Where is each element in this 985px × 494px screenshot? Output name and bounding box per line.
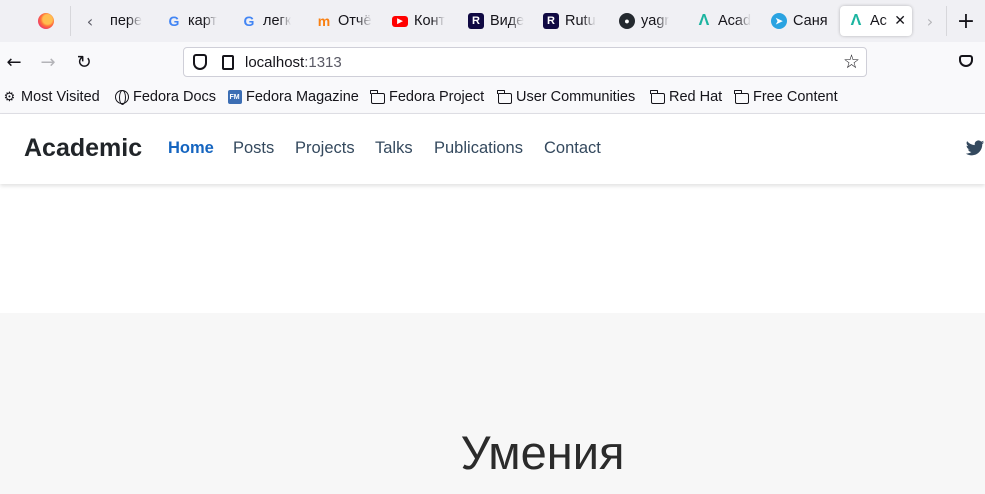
pocket-button[interactable]: [955, 48, 977, 74]
tab-label: Саня: [793, 13, 828, 29]
google-icon: G: [243, 13, 255, 29]
back-button[interactable]: ←: [0, 48, 28, 76]
tab-label: Отчё: [338, 13, 372, 29]
github-icon: ●: [619, 13, 635, 29]
tab[interactable]: R Rutu: [535, 6, 607, 36]
bookmark-label: Free Content: [753, 89, 838, 105]
url-host: localhost: [245, 53, 305, 71]
close-tab-icon[interactable]: ✕: [894, 13, 906, 29]
bookmark-folder-free-content[interactable]: Free Content: [733, 89, 838, 105]
tab-active[interactable]: Λ Ac ✕: [840, 6, 912, 36]
forward-button[interactable]: →: [34, 48, 62, 76]
pocket-icon: [959, 55, 973, 67]
page-icon[interactable]: [222, 54, 234, 70]
tab[interactable]: ● yagr: [611, 6, 683, 36]
twitter-icon[interactable]: [965, 138, 985, 158]
rutube-icon: R: [468, 13, 484, 29]
tab[interactable]: Λ Acad: [688, 6, 760, 36]
tab[interactable]: пере: [102, 6, 160, 36]
tab[interactable]: ➤ Саня: [763, 6, 839, 36]
tab-label: Acad: [718, 13, 752, 29]
url-bar[interactable]: localhost:1313 ☆: [183, 47, 867, 77]
site-brand[interactable]: Academic: [24, 134, 142, 163]
shield-icon[interactable]: [193, 54, 207, 70]
tab[interactable]: R Виде: [460, 6, 532, 36]
tab[interactable]: G легк: [233, 6, 305, 36]
bookmark-label: Fedora Project: [389, 89, 485, 105]
folder-icon: [369, 89, 385, 105]
tab[interactable]: G карт: [158, 6, 230, 36]
nav-home[interactable]: Home: [168, 139, 214, 158]
bookmark-fedora-docs[interactable]: Fedora Docs: [114, 89, 216, 105]
firefox-view-button[interactable]: [34, 9, 58, 33]
tab-label: пере: [110, 13, 143, 29]
nav-posts[interactable]: Posts: [233, 139, 274, 158]
site-navbar: Academic Home Posts Projects Talks Publi…: [0, 114, 985, 184]
tab-label: карт: [188, 13, 218, 29]
nav-contact[interactable]: Contact: [544, 139, 601, 158]
tab[interactable]: ▶ Конт: [384, 6, 456, 36]
firefox-icon: [38, 13, 54, 29]
skills-section: Умения: [0, 313, 985, 494]
reload-button[interactable]: ↻: [70, 48, 98, 76]
hero-section: [0, 184, 985, 313]
bookmark-label: Most Visited: [21, 89, 100, 105]
globe-icon: [114, 90, 129, 105]
tab-separator: [946, 6, 947, 36]
tab-strip: ‹ пере G карт G легк m Отчё ▶ Конт R Вид…: [0, 0, 985, 42]
youtube-icon: ▶: [392, 15, 408, 27]
bookmark-folder-red-hat[interactable]: Red Hat: [649, 89, 723, 105]
telegram-icon: ➤: [771, 13, 787, 29]
bookmarks-toolbar: ⚙ Most Visited Fedora Docs FM Fedora Mag…: [0, 82, 985, 114]
bookmark-most-visited[interactable]: ⚙ Most Visited: [2, 89, 100, 105]
tab-label: Rutu: [565, 13, 596, 29]
url-port: :1313: [304, 53, 342, 71]
bookmark-label: Fedora Docs: [133, 89, 217, 105]
bookmark-fedora-magazine[interactable]: FM Fedora Magazine: [227, 89, 359, 105]
nav-projects[interactable]: Projects: [295, 139, 355, 158]
bookmark-label: User Communities: [516, 89, 636, 105]
folder-icon: [496, 89, 512, 105]
tab-separator: [70, 6, 71, 36]
url-text[interactable]: localhost:1313: [245, 54, 342, 71]
bookmark-label: Fedora Magazine: [246, 89, 359, 105]
academic-icon: Λ: [850, 12, 862, 29]
tab-label: легк: [263, 13, 292, 29]
fedora-magazine-icon: FM: [227, 90, 242, 105]
rutube-icon: R: [543, 13, 559, 29]
nav-publications[interactable]: Publications: [434, 139, 523, 158]
academic-icon: Λ: [698, 12, 710, 29]
scroll-tabs-left-button[interactable]: ‹: [76, 6, 104, 36]
tab[interactable]: m Отчё: [308, 6, 380, 36]
bookmark-folder-user-communities[interactable]: User Communities: [496, 89, 636, 105]
tab-label: Конт: [414, 13, 446, 29]
moodle-icon: m: [317, 13, 331, 29]
gear-icon: ⚙: [3, 89, 16, 104]
bookmark-label: Red Hat: [669, 89, 723, 105]
navigation-toolbar: ← → ↻ localhost:1313 ☆: [0, 42, 985, 82]
tab-label: Ac: [870, 13, 887, 29]
scroll-tabs-right-button[interactable]: ›: [916, 6, 944, 36]
folder-icon: [733, 89, 749, 105]
bookmark-star-icon[interactable]: ☆: [843, 51, 860, 73]
skills-title: Умения: [460, 426, 625, 479]
tab-label: yagr: [641, 13, 670, 29]
folder-icon: [649, 89, 665, 105]
new-tab-button[interactable]: +: [952, 6, 980, 36]
bookmark-folder-fedora-project[interactable]: Fedora Project: [369, 89, 485, 105]
nav-talks[interactable]: Talks: [375, 139, 413, 158]
google-icon: G: [168, 13, 180, 29]
tab-label: Виде: [490, 13, 524, 29]
